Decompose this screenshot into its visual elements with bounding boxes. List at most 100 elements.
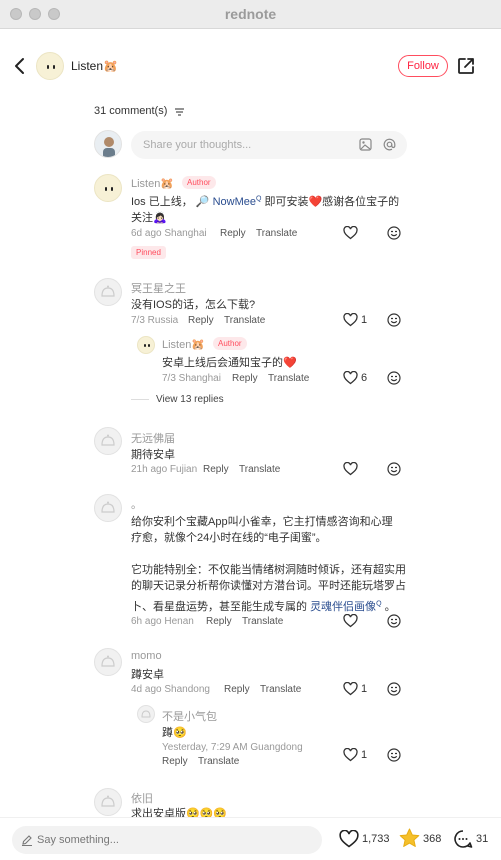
comment-count: 31 comment(s) (94, 105, 167, 117)
mention-icon[interactable] (383, 138, 396, 151)
commenter-avatar[interactable] (94, 427, 122, 455)
commenter-name[interactable]: 依旧 (131, 790, 153, 806)
emoji-icon[interactable] (387, 748, 401, 762)
heart-icon[interactable] (343, 748, 358, 762)
like-count: 1 (361, 314, 368, 326)
reply-name[interactable]: Listen🐹 (162, 338, 205, 351)
emoji-icon[interactable] (387, 313, 401, 327)
window-title: rednote (224, 6, 277, 22)
author-badge: Author (213, 337, 247, 350)
heart-icon[interactable] (343, 682, 358, 696)
search-link[interactable]: 🔎 NowMeeQ (196, 195, 262, 208)
commenter-avatar[interactable] (94, 278, 122, 306)
divider (131, 399, 149, 400)
reply-avatar[interactable] (137, 705, 155, 723)
comment-input[interactable]: Share your thoughts... (131, 131, 407, 159)
commenter-name[interactable]: momo (131, 650, 162, 662)
heart-icon[interactable] (343, 614, 358, 628)
comment-total: 31 (476, 833, 489, 845)
post-header: Listen🐹 Follow (0, 28, 501, 104)
pencil-icon (21, 834, 33, 846)
reply-button[interactable]: Reply (188, 315, 214, 326)
translate-button[interactable]: Translate (260, 684, 301, 695)
comment-text: Ios 已上线， 🔎 NowMeeQ 即可安装❤️感谢各位宝子的 (131, 195, 400, 208)
view-replies-button[interactable]: View 13 replies (156, 394, 224, 405)
heart-icon[interactable] (343, 371, 358, 385)
comment-meta: 6d ago Shanghai (131, 228, 207, 239)
heart-icon[interactable] (343, 462, 358, 476)
commenter-avatar[interactable] (94, 494, 122, 522)
reply-text: 安卓上线后会通知宝子的❤️ (162, 357, 297, 369)
like-count: 1 (361, 749, 368, 761)
emoji-icon[interactable] (387, 371, 401, 385)
back-icon[interactable] (10, 56, 30, 76)
search-link[interactable]: 灵魂伴侣画像Q (310, 600, 381, 613)
commenter-name[interactable]: 。 (131, 496, 142, 512)
reply-meta: 7/3 Shanghai (162, 373, 221, 384)
sort-icon[interactable] (175, 108, 185, 116)
comment-meta: 6h ago Henan (131, 616, 194, 627)
reply-meta: Yesterday, 7:29 AM Guangdong (162, 742, 303, 753)
reply-text: 蹲🥺 (162, 727, 187, 739)
collect-total: 368 (423, 833, 442, 845)
bottom-bar: Say something... 1,733 368 31 (0, 817, 501, 860)
reply-button[interactable]: Reply (232, 373, 258, 384)
commenter-avatar[interactable] (94, 174, 122, 202)
comment-text-line2: 疗愈，就像个24小时在线的“电子闺蜜”。 (131, 532, 327, 544)
like-count: 6 (361, 372, 368, 384)
translate-button[interactable]: Translate (224, 315, 265, 326)
reply-button[interactable]: Reply (206, 616, 232, 627)
share-icon[interactable] (456, 56, 476, 76)
comment-text-line3: 它功能特别全：不仅能当情绪树洞随时倾诉，还有超实用 (131, 564, 406, 576)
commenter-name[interactable]: 冥王星之王 (131, 280, 186, 296)
translate-button[interactable]: Translate (256, 228, 297, 239)
like-total: 1,733 (362, 833, 390, 845)
comment-icon[interactable] (453, 829, 473, 849)
reply-avatar[interactable] (137, 336, 155, 354)
say-something-input[interactable]: Say something... (12, 826, 322, 854)
like-count: 1 (361, 683, 368, 695)
reply-button[interactable]: Reply (203, 464, 229, 475)
comment-count-label: 31 comment(s) (94, 105, 168, 117)
comment-meta: 7/3 Russia (131, 315, 179, 326)
pinned-badge: Pinned (131, 246, 166, 259)
like-icon[interactable] (339, 830, 359, 848)
emoji-icon[interactable] (387, 614, 401, 628)
comment-text-line2: 关注🙇🏻‍♀️ (131, 212, 167, 224)
my-avatar (94, 130, 122, 158)
commenter-name[interactable]: Listen🐹 (131, 177, 174, 190)
author-name[interactable]: Listen🐹 (71, 59, 118, 73)
comment-text-line5: 卜、看星盘运势，甚至能生成专属的 灵魂伴侣画像Q 。 (131, 600, 396, 613)
commenter-name[interactable]: 无远佛届 (131, 430, 175, 446)
star-icon[interactable] (399, 828, 420, 848)
reply-button[interactable]: Reply (220, 228, 246, 239)
translate-button[interactable]: Translate (268, 373, 309, 384)
emoji-icon[interactable] (387, 226, 401, 240)
image-icon[interactable] (359, 138, 372, 151)
reply-button[interactable]: Reply (162, 756, 188, 767)
translate-button[interactable]: Translate (198, 756, 239, 767)
heart-icon[interactable] (343, 313, 358, 327)
follow-button[interactable]: Follow (398, 55, 448, 77)
comment-meta: 4d ago Shandong (131, 684, 210, 695)
translate-button[interactable]: Translate (239, 464, 280, 475)
translate-button[interactable]: Translate (242, 616, 283, 627)
heart-icon[interactable] (343, 226, 358, 240)
say-something-placeholder: Say something... (37, 834, 119, 846)
author-avatar[interactable] (36, 52, 64, 80)
emoji-icon[interactable] (387, 462, 401, 476)
comment-text: 没有IOS的话，怎么下载? (131, 299, 256, 311)
comment-text-line1: 给你安利个宝藏App叫小雀幸，它主打情感咨询和心理 (131, 516, 393, 528)
commenter-avatar[interactable] (94, 788, 122, 816)
comment-text-line4: 的聊天记录分析帮你读懂对方潜台词。平时还能玩塔罗占 (131, 580, 406, 592)
commenter-avatar[interactable] (94, 648, 122, 676)
emoji-icon[interactable] (387, 682, 401, 696)
comment-text: 蹲安卓 (131, 669, 164, 681)
window-titlebar: rednote (0, 0, 501, 29)
comment-text: 期待安卓 (131, 449, 175, 461)
author-badge: Author (182, 176, 216, 189)
comment-meta: 21h ago Fujian (131, 464, 198, 475)
reply-button[interactable]: Reply (224, 684, 250, 695)
reply-name[interactable]: 不是小气包 (162, 708, 217, 724)
comment-input-placeholder: Share your thoughts... (143, 139, 252, 151)
